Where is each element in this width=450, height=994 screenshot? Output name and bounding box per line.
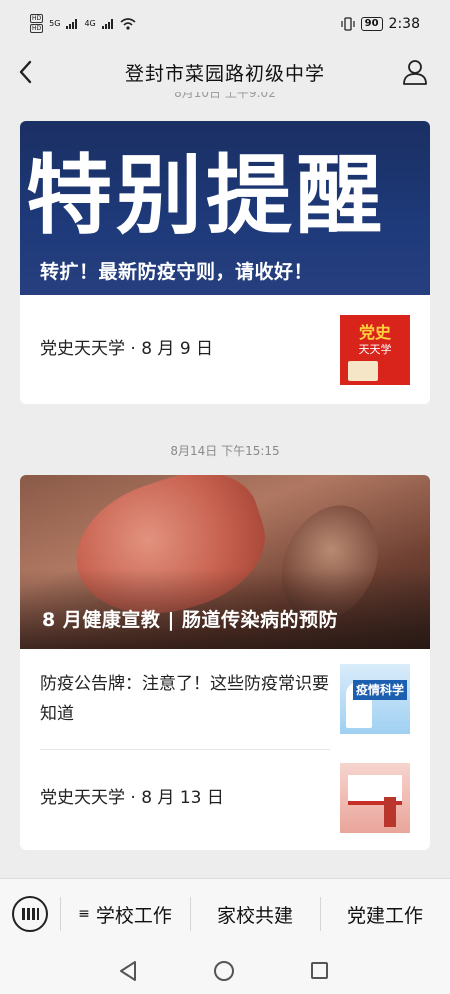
profile-icon[interactable] [402,59,428,85]
article-title: 党史天天学 · 8 月 13 日 [40,788,224,808]
menu-item-party-work[interactable]: 党建工作 [320,879,450,949]
nav-home-icon[interactable] [214,961,234,981]
menu-item-school-work[interactable]: ≡ 学校工作 [60,879,190,949]
hero-banner-text: 特别提醒 [26,146,386,246]
nav-back-icon[interactable] [118,960,138,982]
article-title: 防疫公告牌：注意了！这些防疫常识要知道 [40,674,329,724]
bottom-menu: ≡ 学校工作 家校共建 党建工作 [0,878,450,948]
article-card: 8 月健康宣教 | 肠道传染病的预防 防疫公告牌：注意了！这些防疫常识要知道 疫… [20,475,430,850]
vibrate-icon [341,17,355,31]
menu-item-home-school[interactable]: 家校共建 [190,879,320,949]
hd-icon: HD HD [30,14,44,33]
article-thumbnail: 疫情科学 [340,664,410,734]
signal-bars-icon [66,18,78,29]
nav-bar: 登封市菜园路初级中学 [0,52,450,92]
article-hero[interactable]: 8 月健康宣教 | 肠道传染病的预防 [20,475,430,649]
timestamp-cut: 8月10日 上午9:02 [174,92,276,100]
nav-recent-icon[interactable] [311,962,328,979]
article-card: 特别提醒 转扩！最新防疫守则，请收好！ 党史天天学 · 8 月 9 日 党史 天… [20,121,430,404]
article-list-item[interactable]: 防疫公告牌：注意了！这些防疫常识要知道 疫情科学 [20,649,430,749]
article-thumbnail [340,763,410,833]
signal-4g-icon: 4G [84,19,96,28]
signal-bars-icon-2 [101,18,113,29]
article-thumbnail: 党史 天天学 [340,315,410,385]
keyboard-icon[interactable] [12,896,48,932]
menu-lines-icon: ≡ [78,906,90,922]
status-indicators: HD HD 5G 4G [30,14,136,33]
article-title: 党史天天学 · 8 月 9 日 [40,339,214,359]
article-list-item[interactable]: 党史天天学 · 8 月 9 日 党史 天天学 [20,295,430,403]
status-bar: HD HD 5G 4G 90 2:38 [0,0,450,52]
article-hero[interactable]: 特别提醒 转扩！最新防疫守则，请收好！ [20,121,430,295]
status-right: 90 2:38 [341,16,420,32]
hero-caption: 转扩！最新防疫守则，请收好！ [40,261,314,283]
clock: 2:38 [388,16,420,32]
system-nav-bar [0,948,450,994]
article-list-item[interactable]: 党史天天学 · 8 月 13 日 [20,749,430,847]
wifi-icon [120,17,136,30]
message-feed[interactable]: 8月10日 上午9:02 特别提醒 转扩！最新防疫守则，请收好！ 党史天天学 ·… [0,92,450,878]
battery-icon: 90 [360,17,383,31]
page-title: 登封市菜园路初级中学 [124,63,325,85]
timestamp: 8月14日 下午15:15 [170,444,280,458]
hero-caption: 8 月健康宣教 | 肠道传染病的预防 [42,609,339,631]
signal-5g-icon: 5G [49,19,61,28]
